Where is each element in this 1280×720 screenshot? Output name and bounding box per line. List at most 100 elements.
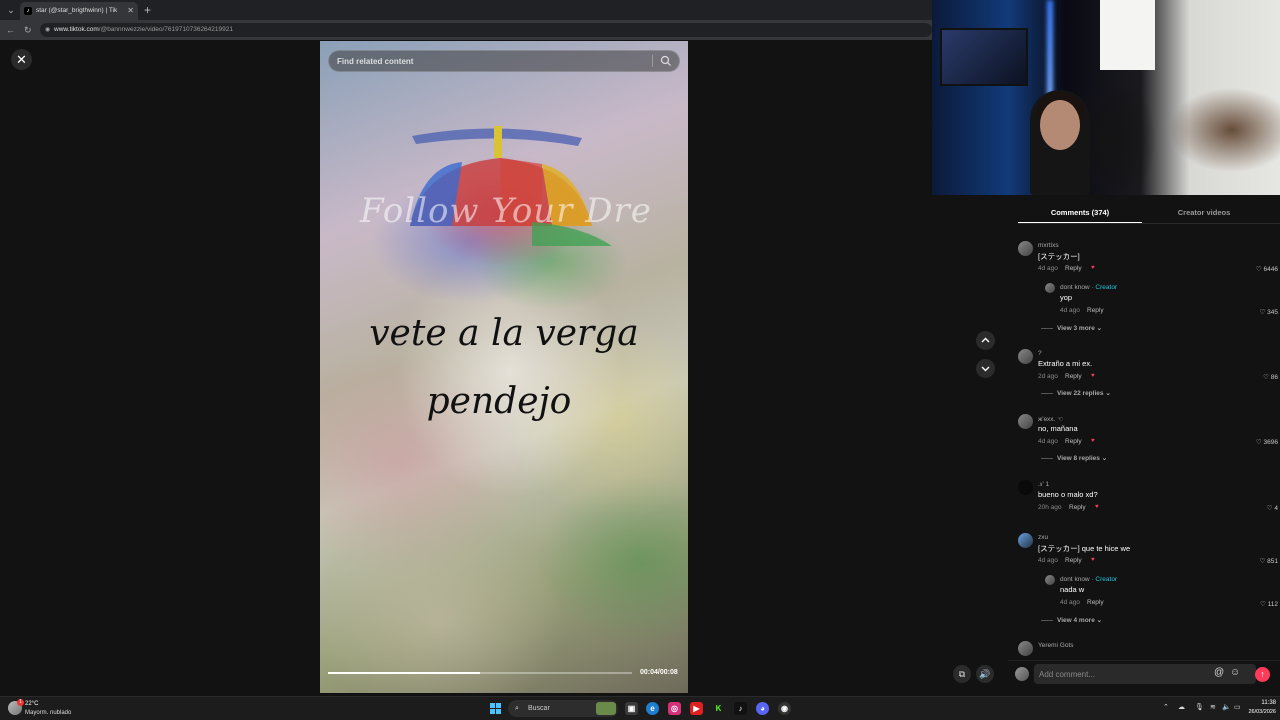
search-highlight-icon [596, 702, 616, 715]
like-count[interactable]: ♡ 86 [1263, 373, 1278, 381]
miniplayer-icon[interactable]: ⧉ [953, 665, 971, 683]
like-count[interactable]: ♡ 112 [1260, 600, 1278, 608]
avatar[interactable] [1018, 241, 1033, 256]
avatar [1015, 667, 1029, 681]
comment-username[interactable]: ж'ехх. ☜ [1038, 415, 1063, 423]
edge-icon[interactable]: e [646, 702, 659, 715]
avatar[interactable] [1045, 283, 1055, 293]
reload-icon[interactable]: ↻ [24, 23, 32, 37]
avatar[interactable] [1018, 349, 1033, 364]
reply-button[interactable]: Reply [1087, 307, 1104, 314]
comment-text: no, mañana [1038, 424, 1078, 433]
avatar[interactable] [1018, 480, 1033, 495]
new-tab-icon[interactable]: + [144, 2, 151, 18]
site-info-icon[interactable]: ◉ [45, 23, 50, 37]
wifi-icon[interactable]: ≋ [1210, 703, 1216, 711]
tab-comments[interactable]: Comments (374) [1018, 203, 1142, 223]
like-count[interactable]: ♡ 6446 [1256, 265, 1278, 273]
view-more-label: View 8 replies [1057, 455, 1100, 462]
reply-button[interactable]: Reply [1065, 557, 1082, 564]
reply-button[interactable]: Reply [1069, 504, 1086, 511]
speaker-icon[interactable]: 🔈 [1222, 703, 1231, 711]
video-player[interactable]: Follow Your Dre vete a la verga pendejo [320, 41, 688, 693]
avatar[interactable] [1018, 641, 1033, 656]
creator-tag: · Creator [1091, 284, 1118, 291]
microphone-icon[interactable]: 🎙 [1195, 703, 1204, 711]
reply-username-text: dont know [1060, 576, 1090, 583]
related-search-input[interactable] [337, 51, 653, 71]
comment-time: 4d ago [1038, 438, 1058, 445]
comment-username[interactable]: Yeremi Gots [1038, 642, 1074, 649]
kick-icon[interactable]: K [712, 702, 725, 715]
weather-description[interactable]: Mayorm. nublado [25, 710, 71, 716]
comment-username[interactable]: ? [1038, 350, 1042, 357]
view-more-replies[interactable]: View 3 more ⌄ [1041, 324, 1102, 332]
creator-tag: · Creator [1091, 576, 1118, 583]
taskbar-search-label: Buscar [528, 705, 550, 712]
tab-search-chevron-icon[interactable]: ⌄ [4, 3, 18, 17]
screen: ⌄ ♪ star (@star_brigthwinn) | Tik ✕ + ← … [0, 0, 1280, 720]
weather-temperature[interactable]: 22°C [25, 701, 38, 707]
reply-text: yop [1060, 293, 1073, 302]
previous-video-button[interactable] [976, 331, 995, 350]
clock-date[interactable]: 26/03/2026 [1236, 709, 1276, 715]
reply-button[interactable]: Reply [1065, 373, 1082, 380]
tab-title: star (@star_brigthwinn) | Tik [36, 7, 118, 14]
discord-icon[interactable]: ◕ [756, 702, 769, 715]
comment-username[interactable]: .𝔵' 1 [1038, 481, 1049, 489]
windows-start-icon[interactable] [490, 703, 501, 714]
heart-icon: ♡ [1263, 374, 1271, 381]
volume-icon[interactable]: 🔊 [976, 665, 994, 683]
close-video-button[interactable]: ✕ [11, 49, 32, 70]
avatar[interactable] [1018, 414, 1033, 429]
url-field[interactable]: ◉ www.tiktok.com/@bannnwezzie/video/7619… [40, 23, 932, 37]
avatar[interactable] [1018, 533, 1033, 548]
search-icon[interactable] [660, 55, 672, 67]
reply-button[interactable]: Reply [1065, 438, 1082, 445]
reply-button[interactable]: Reply [1087, 599, 1104, 606]
chevron-down-icon: ⌄ [1096, 617, 1103, 624]
video-progress-bar[interactable] [328, 672, 632, 674]
reply-username[interactable]: dont know · Creator [1060, 284, 1117, 291]
browser-tab-bar: ⌄ ♪ star (@star_brigthwinn) | Tik ✕ + [0, 0, 932, 20]
next-video-button[interactable] [976, 359, 995, 378]
task-view-icon[interactable]: ▣ [625, 702, 638, 715]
view-more-replies[interactable]: View 4 more ⌄ [1041, 616, 1102, 624]
tiktok-icon[interactable]: ♪ [734, 702, 747, 715]
tiktok-icon: ♪ [24, 7, 32, 15]
chevron-up-icon [981, 337, 990, 343]
chrome-icon[interactable]: ◉ [778, 702, 791, 715]
webcam-overlay-image [932, 0, 1280, 195]
like-count[interactable]: ♡ 345 [1260, 308, 1279, 316]
clock-time[interactable]: 11:38 [1246, 700, 1276, 706]
webcam-person-face [1040, 100, 1080, 150]
like-count[interactable]: ♡ 4 [1267, 504, 1278, 512]
view-more-label: View 22 replies [1057, 390, 1104, 397]
tab-creator-videos[interactable]: Creator videos [1142, 203, 1266, 223]
creator-liked-icon: ♥ [1091, 438, 1095, 444]
browser-tab[interactable]: ♪ star (@star_brigthwinn) | Tik ✕ [20, 2, 138, 20]
emoji-icon[interactable]: ☺ [1230, 667, 1240, 678]
reply-button[interactable]: Reply [1065, 265, 1082, 272]
instagram-icon[interactable]: ◎ [668, 702, 681, 715]
comment-username[interactable]: mxrtixs [1038, 242, 1059, 249]
tab-close-icon[interactable]: ✕ [127, 2, 134, 20]
like-count-value: 3696 [1263, 439, 1278, 446]
comments-panel: Comments (374) Creator videos mxrtixs [ス… [1008, 195, 1280, 694]
search-divider [652, 55, 653, 67]
tray-chevron-up-icon[interactable]: ⌃ [1163, 703, 1169, 711]
like-count[interactable]: ♡ 3696 [1256, 438, 1278, 446]
like-count-value: 86 [1270, 374, 1278, 381]
reply-username[interactable]: dont know · Creator [1060, 576, 1117, 583]
comment-username[interactable]: zxu [1038, 534, 1048, 541]
mention-icon[interactable]: @ [1214, 667, 1224, 678]
cloud-icon[interactable]: ☁ [1178, 703, 1185, 711]
back-icon[interactable]: ← [6, 23, 15, 37]
view-more-replies[interactable]: View 8 replies ⌄ [1041, 454, 1107, 462]
video-progress-fill [328, 672, 480, 674]
avatar[interactable] [1045, 575, 1055, 585]
send-comment-button[interactable]: ↑ [1255, 667, 1270, 682]
youtube-icon[interactable]: ▶ [690, 702, 703, 715]
like-count[interactable]: ♡ 851 [1260, 557, 1279, 565]
view-more-replies[interactable]: View 22 replies ⌄ [1041, 389, 1111, 397]
